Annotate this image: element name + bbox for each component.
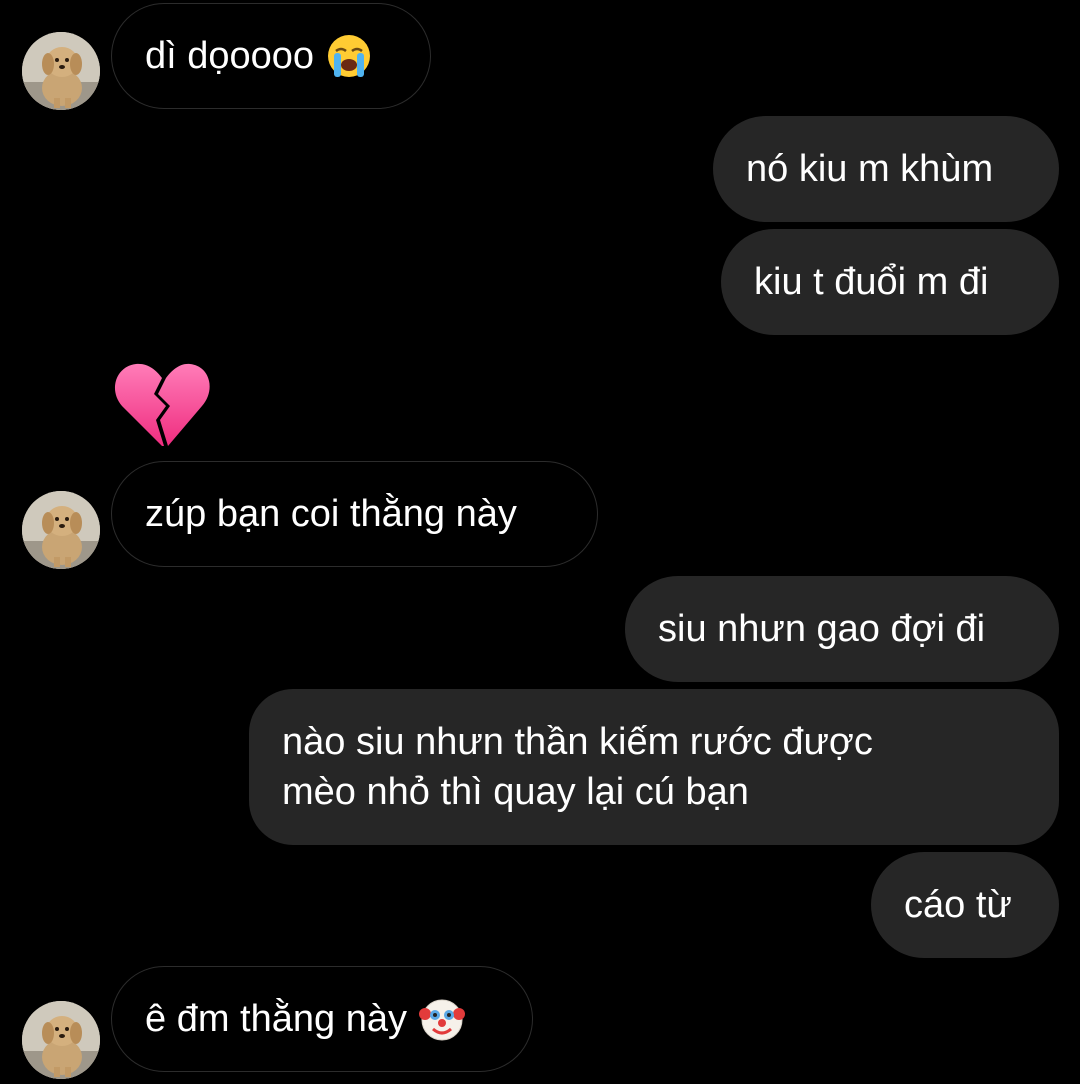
clown-face-icon (418, 999, 465, 1041)
outgoing-message-bubble[interactable]: kiu t đuổi m đi (721, 229, 1059, 335)
message-text: zúp bạn coi thằng này (145, 493, 517, 535)
loudly-crying-face-icon (328, 35, 371, 77)
outgoing-message-bubble[interactable]: cáo từ (871, 852, 1059, 958)
incoming-message-bubble[interactable]: zúp bạn coi thằng này (111, 461, 598, 567)
incoming-message-bubble[interactable]: dì dọoooo (111, 3, 431, 109)
outgoing-message-bubble[interactable]: nó kiu m khùm (713, 116, 1059, 222)
outgoing-message-bubble[interactable]: siu nhưn gao đợi đi (625, 576, 1059, 682)
message-text: nào siu nhưn thần kiếm rước được mèo nhỏ… (282, 721, 873, 813)
sender-avatar[interactable] (22, 32, 100, 110)
puppy-avatar-icon (22, 32, 100, 110)
message-text: cáo từ (904, 884, 1012, 926)
sender-avatar[interactable] (22, 1001, 100, 1079)
puppy-avatar-icon (22, 1001, 100, 1079)
message-text: dì dọoooo (145, 35, 315, 77)
message-text: siu nhưn gao đợi đi (658, 608, 986, 650)
puppy-avatar-icon (22, 491, 100, 569)
outgoing-message-bubble[interactable]: nào siu nhưn thần kiếm rước được mèo nhỏ… (249, 689, 1059, 845)
broken-heart-icon[interactable] (112, 360, 212, 448)
sender-avatar[interactable] (22, 491, 100, 569)
message-text: kiu t đuổi m đi (754, 261, 989, 303)
message-text: ê đm thằng này (145, 998, 407, 1040)
incoming-message-bubble[interactable]: ê đm thằng này (111, 966, 533, 1072)
message-text: nó kiu m khùm (746, 148, 994, 190)
